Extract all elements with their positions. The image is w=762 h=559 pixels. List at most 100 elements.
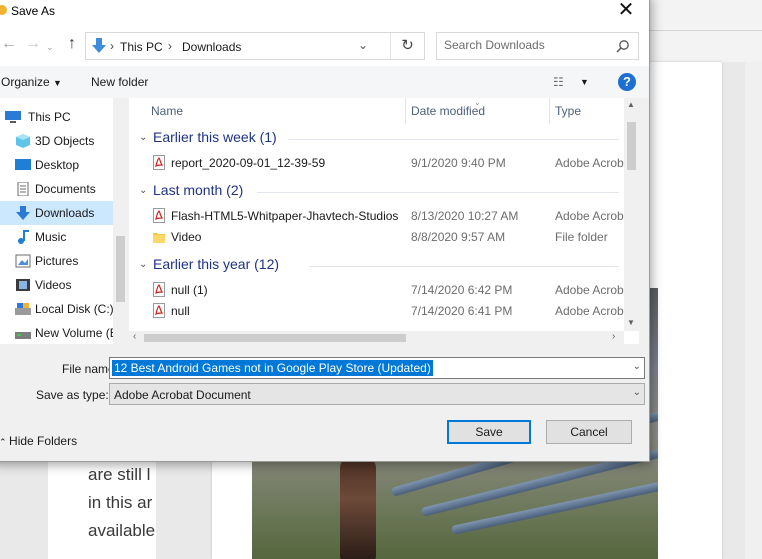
view-dropdown-icon[interactable]: ▼ bbox=[580, 77, 589, 87]
pdf-icon bbox=[153, 208, 165, 223]
navigation-bar: ← → ⌄ ↑ › This PC › Downloads ⌄ ↻ bbox=[0, 26, 649, 66]
sidebar-item-downloads[interactable]: Downloads bbox=[0, 201, 113, 225]
column-header-name[interactable]: Name bbox=[151, 98, 183, 124]
scroll-down-icon[interactable]: ▼ bbox=[627, 318, 635, 327]
navigation-scrollbar[interactable] bbox=[113, 98, 128, 344]
group-divider bbox=[257, 192, 619, 193]
file-row[interactable]: Video 8/8/2020 9:57 AM File folder bbox=[153, 226, 633, 247]
cube-icon bbox=[16, 134, 30, 148]
file-name-value[interactable]: 12 Best Android Games not in Google Play… bbox=[112, 360, 433, 376]
sidebar-item-3d-objects[interactable]: 3D Objects bbox=[0, 129, 113, 153]
download-arrow-icon bbox=[92, 38, 106, 53]
sidebar-item-label: Desktop bbox=[35, 158, 80, 172]
sidebar-item-pictures[interactable]: Pictures bbox=[0, 249, 113, 273]
file-list: Name ⌄ Date modified Type ⌄ Earlier this … bbox=[129, 98, 639, 344]
sidebar-item-label: This PC bbox=[28, 110, 71, 124]
group-divider bbox=[289, 139, 619, 140]
pdf-icon bbox=[153, 282, 165, 297]
sidebar-item-label: Local Disk (C:) bbox=[35, 302, 114, 316]
music-icon bbox=[18, 230, 29, 244]
search-box[interactable] bbox=[436, 32, 639, 60]
sidebar-item-new-volume[interactable]: New Volume (E:) bbox=[0, 321, 125, 344]
scroll-up-icon[interactable]: ▲ bbox=[627, 100, 635, 109]
up-arrow-icon[interactable]: ↑ bbox=[68, 36, 76, 52]
search-icon bbox=[616, 40, 629, 53]
file-row[interactable]: report_2020-09-01_12-39-59 9/1/2020 9:40… bbox=[153, 152, 633, 173]
file-name-field[interactable]: 12 Best Android Games not in Google Play… bbox=[109, 357, 645, 379]
file-list-vertical-scrollbar[interactable]: ▲ ▼ bbox=[624, 98, 639, 331]
search-input[interactable] bbox=[444, 38, 614, 52]
group-label: Earlier this year (12) bbox=[153, 256, 280, 272]
sidebar-item-videos[interactable]: Videos bbox=[0, 273, 113, 297]
column-divider[interactable] bbox=[549, 98, 550, 124]
help-icon[interactable]: ? bbox=[618, 73, 636, 91]
navigation-pane: This PC 3D Objects Desktop Documents Dow… bbox=[0, 98, 128, 344]
scrollbar-thumb[interactable] bbox=[116, 236, 125, 302]
breadcrumb-this-pc[interactable]: This PC bbox=[120, 40, 163, 54]
recent-locations-icon[interactable]: ⌄ bbox=[46, 39, 54, 55]
hide-folders-label: Hide Folders bbox=[9, 434, 78, 448]
file-date: 8/13/2020 10:27 AM bbox=[411, 209, 519, 223]
chevron-down-icon[interactable]: ⌄ bbox=[358, 38, 368, 52]
sidebar-item-music[interactable]: Music bbox=[0, 225, 113, 249]
sidebar-item-this-pc[interactable]: This PC bbox=[0, 105, 113, 129]
document-scrollbar[interactable] bbox=[745, 62, 762, 559]
sidebar-item-label: Videos bbox=[35, 278, 72, 292]
scroll-right-icon[interactable]: › bbox=[612, 331, 615, 342]
view-options-icon[interactable]: ☷ bbox=[553, 75, 564, 89]
scrollbar-thumb[interactable] bbox=[144, 334, 406, 342]
group-label: Earlier this week (1) bbox=[153, 129, 277, 145]
chevron-down-icon[interactable]: ⌄ bbox=[633, 387, 641, 398]
breadcrumb-downloads[interactable]: Downloads bbox=[182, 40, 241, 54]
sidebar-item-desktop[interactable]: Desktop bbox=[0, 153, 113, 177]
file-row[interactable]: Flash-HTML5-Whitpaper-Jhavtech-Studios 8… bbox=[153, 205, 633, 226]
cancel-button[interactable]: Cancel bbox=[546, 420, 632, 444]
file-name: null (1) bbox=[171, 283, 208, 297]
file-type: Adobe Acrobat Document bbox=[555, 304, 625, 318]
chevron-down-icon[interactable]: ⌄ bbox=[633, 361, 641, 372]
document-text-line: in this ar bbox=[88, 493, 153, 512]
sidebar-item-documents[interactable]: Documents bbox=[0, 177, 113, 201]
save-as-type-label: Save as type: bbox=[36, 388, 109, 402]
save-as-type-value: Adobe Acrobat Document bbox=[114, 388, 251, 402]
title-bar[interactable]: Save As ✕ bbox=[0, 0, 649, 26]
group-header[interactable]: ⌄ Earlier this week (1) bbox=[139, 129, 277, 145]
close-button[interactable]: ✕ bbox=[603, 0, 649, 26]
file-row[interactable]: null (1) 7/14/2020 6:42 PM Adobe Acrobat… bbox=[153, 279, 633, 300]
file-type: Adobe Acrobat Document bbox=[555, 283, 625, 297]
back-arrow-icon[interactable]: ← bbox=[1, 36, 17, 52]
forward-arrow-icon[interactable]: → bbox=[25, 36, 41, 52]
character-figure bbox=[340, 458, 376, 559]
save-as-type-select[interactable]: Adobe Acrobat Document ⌄ bbox=[109, 383, 645, 405]
column-header-date[interactable]: Date modified bbox=[411, 98, 485, 124]
file-date: 9/1/2020 9:40 PM bbox=[411, 156, 506, 170]
sidebar-item-label: Music bbox=[35, 230, 67, 244]
new-folder-button[interactable]: New folder bbox=[91, 75, 148, 89]
sidebar-item-label: 3D Objects bbox=[35, 134, 95, 148]
chevron-up-icon: ⌃ bbox=[0, 437, 10, 447]
pdf-icon bbox=[153, 303, 165, 318]
group-header[interactable]: ⌄ Earlier this year (12) bbox=[139, 256, 279, 272]
save-button[interactable]: Save bbox=[447, 420, 531, 444]
close-icon: ✕ bbox=[617, 0, 635, 21]
column-header-type[interactable]: Type bbox=[555, 98, 581, 124]
hide-folders-toggle[interactable]: ⌃ Hide Folders bbox=[0, 434, 77, 448]
file-date: 7/14/2020 6:42 PM bbox=[411, 283, 513, 297]
group-header[interactable]: ⌄ Last month (2) bbox=[139, 182, 243, 198]
organize-menu[interactable]: Organize ▼ bbox=[1, 75, 62, 89]
refresh-button[interactable]: ↻ bbox=[390, 33, 424, 59]
file-type: Adobe Acrobat Document bbox=[555, 156, 625, 170]
sidebar-item-label: New Volume (E:) bbox=[35, 326, 126, 340]
computer-icon bbox=[5, 111, 21, 123]
app-icon bbox=[0, 5, 7, 15]
disk-icon bbox=[15, 303, 31, 315]
file-list-horizontal-scrollbar[interactable]: ‹ › bbox=[129, 331, 624, 344]
sidebar-item-local-disk[interactable]: Local Disk (C:) bbox=[0, 297, 114, 321]
column-divider[interactable] bbox=[405, 98, 406, 124]
chevron-down-icon: ▼ bbox=[53, 78, 62, 88]
video-icon bbox=[16, 279, 30, 291]
file-row[interactable]: null 7/14/2020 6:41 PM Adobe Acrobat Doc… bbox=[153, 300, 633, 321]
scrollbar-thumb[interactable] bbox=[627, 122, 636, 170]
scroll-left-icon[interactable]: ‹ bbox=[133, 331, 136, 342]
address-bar[interactable]: › This PC › Downloads ⌄ ↻ bbox=[85, 32, 425, 60]
